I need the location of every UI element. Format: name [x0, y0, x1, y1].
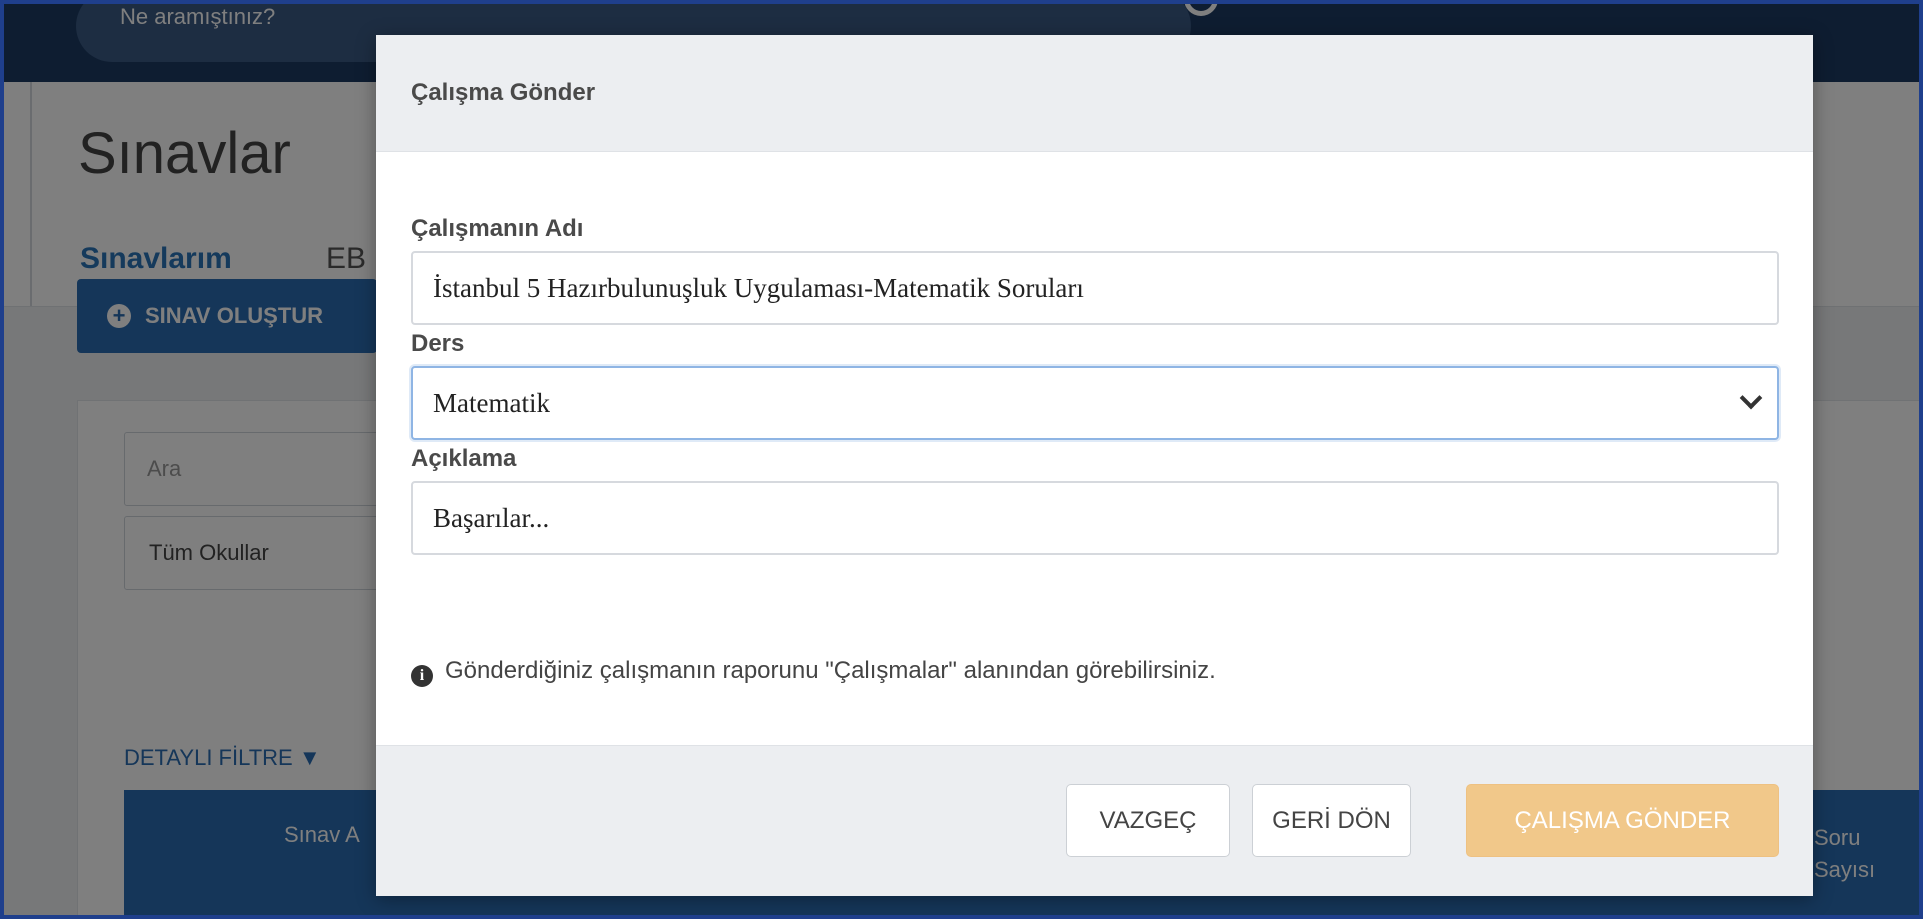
info-text: Gönderdiğiniz çalışmanın raporunu "Çalış… — [445, 657, 1216, 684]
course-select[interactable]: Matematik — [411, 366, 1779, 440]
study-name-label: Çalışmanın Adı — [411, 215, 584, 242]
description-value: Başarılar... — [433, 503, 550, 533]
modal-title: Çalışma Gönder — [411, 79, 596, 106]
chevron-down-icon — [1739, 386, 1763, 410]
modal-header: Çalışma Gönder — [376, 35, 1813, 152]
course-select-value: Matematik — [433, 388, 550, 418]
study-name-input[interactable]: İstanbul 5 Hazırbulunuşluk Uygulaması-Ma… — [411, 251, 1779, 325]
info-circle-icon: i — [411, 665, 433, 687]
description-input[interactable]: Başarılar... — [411, 481, 1779, 555]
back-button[interactable]: GERİ DÖN — [1252, 784, 1411, 857]
study-name-value: İstanbul 5 Hazırbulunuşluk Uygulaması-Ma… — [433, 273, 1084, 303]
course-label: Ders — [411, 330, 465, 357]
send-study-button[interactable]: ÇALIŞMA GÖNDER — [1466, 784, 1779, 857]
description-label: Açıklama — [411, 445, 517, 472]
send-study-modal: Çalışma Gönder Çalışmanın Adı İstanbul 5… — [376, 35, 1813, 896]
cancel-button[interactable]: VAZGEÇ — [1066, 784, 1230, 857]
info-note: i Gönderdiğiniz çalışmanın raporunu "Çalı… — [411, 657, 1216, 687]
